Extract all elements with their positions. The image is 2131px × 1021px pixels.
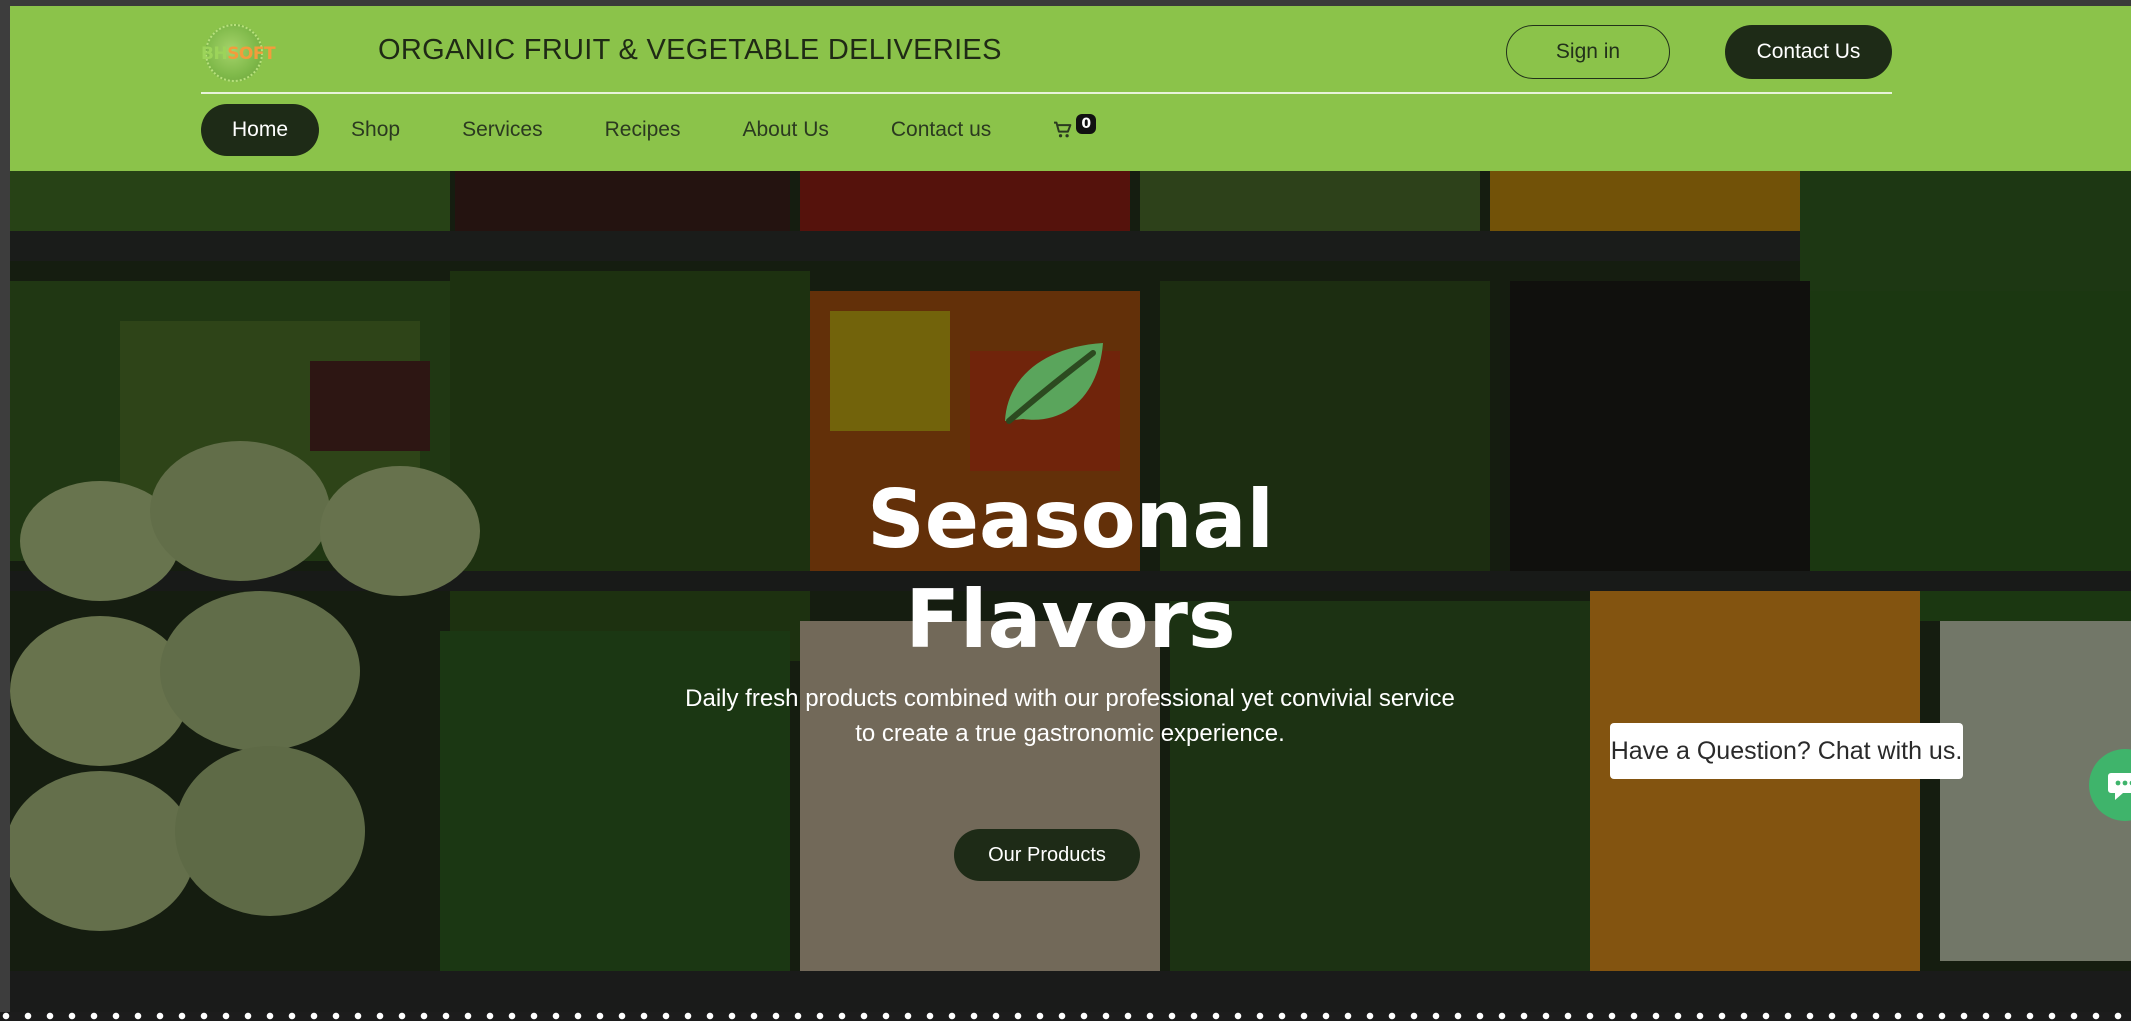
shopping-cart-icon <box>1054 121 1072 138</box>
contact-us-button[interactable]: Contact Us <box>1725 25 1892 79</box>
our-products-button[interactable]: Our Products <box>954 829 1140 881</box>
site-title: ORGANIC FRUIT & VEGETABLE DELIVERIES <box>378 34 1002 66</box>
nav-item-home[interactable]: Home <box>201 104 320 156</box>
site-logo[interactable]: BHSOFT <box>201 20 276 90</box>
hero-title-line-1: Seasonal <box>867 473 1274 566</box>
chat-prompt[interactable]: Have a Question? Chat with us. <box>1610 723 1963 779</box>
hero-banner: Seasonal Flavors Daily fresh products co… <box>10 171 2131 1012</box>
cart-button[interactable]: 0 <box>1053 104 1097 156</box>
window-left-edge <box>0 0 10 1021</box>
leaf-icon <box>1005 343 1103 424</box>
nav-item-contact-us[interactable]: Contact us <box>891 104 991 156</box>
page-bottom-edge <box>0 1012 2131 1021</box>
nav-item-services[interactable]: Services <box>462 104 543 156</box>
hero-subtitle-line-2: to create a true gastronomic experience. <box>855 720 1285 747</box>
logo-text: BHSOFT <box>201 44 276 64</box>
nav-item-recipes[interactable]: Recipes <box>605 104 681 156</box>
hero-title-line-2: Flavors <box>905 573 1236 666</box>
hero-subtitle-line-1: Daily fresh products combined with our p… <box>685 685 1455 712</box>
header-divider <box>201 92 1892 94</box>
chat-bubble-icon <box>2108 773 2131 800</box>
nav-item-shop[interactable]: Shop <box>351 104 400 156</box>
nav-item-about-us[interactable]: About Us <box>742 104 828 156</box>
main-nav: Home Shop Services Recipes About Us Cont… <box>201 104 1097 156</box>
sign-in-button[interactable]: Sign in <box>1506 25 1670 79</box>
cart-count-badge: 0 <box>1076 114 1097 134</box>
site-header: BHSOFT ORGANIC FRUIT & VEGETABLE DELIVER… <box>10 6 2131 171</box>
header-container: BHSOFT ORGANIC FRUIT & VEGETABLE DELIVER… <box>201 6 1892 171</box>
